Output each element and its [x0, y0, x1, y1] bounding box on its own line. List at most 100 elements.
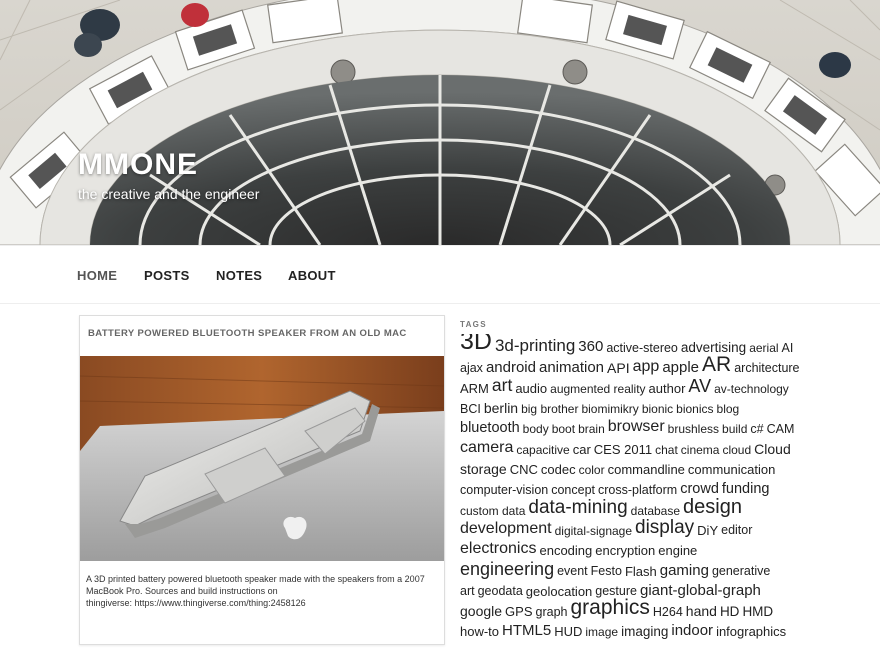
nav-item-about[interactable]: ABOUT: [288, 268, 336, 283]
tag-link[interactable]: storage: [460, 462, 507, 476]
tag-link[interactable]: augmented reality: [550, 383, 645, 395]
tag-link[interactable]: architecture: [734, 362, 799, 375]
tag-link[interactable]: boot: [552, 423, 575, 435]
tag-link[interactable]: CNC: [510, 463, 538, 476]
tag-link[interactable]: art: [460, 585, 475, 598]
nav-item-home[interactable]: HOME: [77, 268, 117, 283]
tag-link[interactable]: DiY: [697, 524, 718, 537]
tag-link[interactable]: animation: [539, 360, 604, 375]
tag-link[interactable]: AV: [688, 377, 711, 395]
tag-link[interactable]: design: [683, 497, 742, 517]
tag-link[interactable]: GPS: [505, 605, 532, 618]
tag-link[interactable]: blog: [717, 403, 740, 415]
tag-link[interactable]: concept: [551, 484, 595, 497]
tag-link[interactable]: database: [631, 505, 680, 517]
tag-link[interactable]: display: [635, 518, 694, 537]
tag-link[interactable]: bluetooth: [460, 421, 520, 436]
tag-link[interactable]: big brother: [521, 403, 578, 415]
tag-link[interactable]: graph: [536, 606, 568, 619]
tag-link[interactable]: ajax: [460, 362, 483, 375]
tag-link[interactable]: geodata: [478, 585, 523, 598]
tag-link[interactable]: HD: [720, 605, 740, 619]
tag-link[interactable]: brushless: [668, 423, 719, 435]
tag-link[interactable]: car: [573, 443, 591, 456]
tag-link[interactable]: HUD: [554, 625, 582, 638]
tag-link[interactable]: engineering: [460, 560, 554, 578]
tag-link[interactable]: custom data: [460, 505, 525, 517]
tag-link[interactable]: browser: [608, 419, 665, 435]
tag-link[interactable]: crowd: [680, 482, 719, 497]
tag-link[interactable]: color: [579, 464, 605, 476]
tag-link[interactable]: author: [649, 382, 686, 395]
tag-link[interactable]: digital-signage: [555, 525, 632, 537]
tag-link[interactable]: build: [722, 423, 747, 435]
tag-link[interactable]: 360: [578, 339, 603, 354]
tag-link[interactable]: app: [633, 358, 660, 375]
tag-link[interactable]: chat: [655, 444, 678, 456]
tag-link[interactable]: image: [585, 626, 618, 638]
tag-link[interactable]: berlin: [484, 401, 518, 415]
tag-link[interactable]: ARM: [460, 382, 489, 395]
tag-link[interactable]: aerial: [749, 342, 778, 354]
tag-link[interactable]: HMD: [742, 605, 773, 619]
tag-link[interactable]: Cloud: [754, 442, 791, 456]
tag-link[interactable]: AI: [782, 342, 794, 355]
tag-link[interactable]: computer-vision: [460, 484, 548, 497]
tag-link[interactable]: funding: [722, 482, 770, 497]
tag-link[interactable]: capacitive: [516, 444, 569, 456]
tag-link[interactable]: H264: [653, 606, 683, 619]
tag-link[interactable]: generative: [712, 565, 770, 578]
tag-link[interactable]: development: [460, 520, 552, 537]
post-title[interactable]: BATTERY POWERED BLUETOOTH SPEAKER FROM A…: [88, 328, 438, 339]
post-image[interactable]: [80, 356, 444, 561]
tag-link[interactable]: google: [460, 604, 502, 618]
tag-link[interactable]: electronics: [460, 541, 536, 557]
tag-link[interactable]: active-stereo: [606, 342, 678, 355]
tag-link[interactable]: art: [492, 377, 512, 395]
tag-link[interactable]: 3D: [460, 334, 492, 354]
tag-link[interactable]: infographics: [716, 625, 786, 638]
tag-link[interactable]: imaging: [621, 625, 668, 639]
tag-link[interactable]: event: [557, 565, 588, 578]
tag-link[interactable]: brain: [578, 423, 605, 435]
tag-link[interactable]: Festo: [591, 565, 622, 578]
nav-item-notes[interactable]: NOTES: [216, 268, 262, 283]
tag-link[interactable]: CAM: [767, 423, 795, 436]
tag-link[interactable]: commandline: [608, 463, 685, 476]
tag-link[interactable]: API: [607, 361, 630, 375]
tag-link[interactable]: cloud: [722, 444, 751, 456]
tag-link[interactable]: indoor: [671, 623, 713, 638]
tag-link[interactable]: AR: [702, 354, 731, 375]
tag-link[interactable]: HTML5: [502, 623, 551, 638]
tag-link[interactable]: how-to: [460, 625, 499, 638]
site-title[interactable]: MMONE: [78, 148, 198, 182]
tag-link[interactable]: body: [523, 423, 549, 435]
tag-link[interactable]: hand: [686, 604, 717, 618]
tag-link[interactable]: android: [486, 360, 536, 375]
tag-link[interactable]: biomimikry: [581, 403, 638, 415]
tag-link[interactable]: BCI: [460, 403, 481, 416]
tag-link[interactable]: apple: [662, 360, 699, 375]
tag-link[interactable]: bionic: [642, 403, 673, 415]
tag-link[interactable]: audio: [515, 382, 547, 395]
tag-link[interactable]: communication: [688, 463, 775, 476]
tag-link[interactable]: cinema: [681, 444, 720, 456]
tag-link[interactable]: gaming: [660, 563, 709, 578]
caption-link[interactable]: thingiverse: https://www.thingiverse.com…: [86, 597, 438, 609]
tag-link[interactable]: bionics: [676, 403, 713, 415]
tag-link[interactable]: graphics: [571, 597, 650, 618]
tag-link[interactable]: av-technology: [714, 383, 789, 395]
tag-link[interactable]: giant-global-graph: [640, 583, 761, 598]
tag-link[interactable]: CES 2011: [594, 443, 652, 456]
tag-link[interactable]: engine: [658, 544, 697, 557]
tag-link[interactable]: encoding: [539, 544, 592, 557]
tag-link[interactable]: Flash: [625, 565, 657, 578]
nav-item-posts[interactable]: POSTS: [144, 268, 190, 283]
tag-link[interactable]: 3d-printing: [495, 337, 575, 354]
tag-link[interactable]: encryption: [595, 544, 655, 557]
tag-link[interactable]: editor: [721, 524, 752, 537]
tag-link[interactable]: data-mining: [528, 498, 627, 517]
tag-link[interactable]: cross-platform: [598, 484, 677, 497]
tag-link[interactable]: codec: [541, 463, 576, 476]
tag-link[interactable]: c#: [750, 423, 763, 436]
